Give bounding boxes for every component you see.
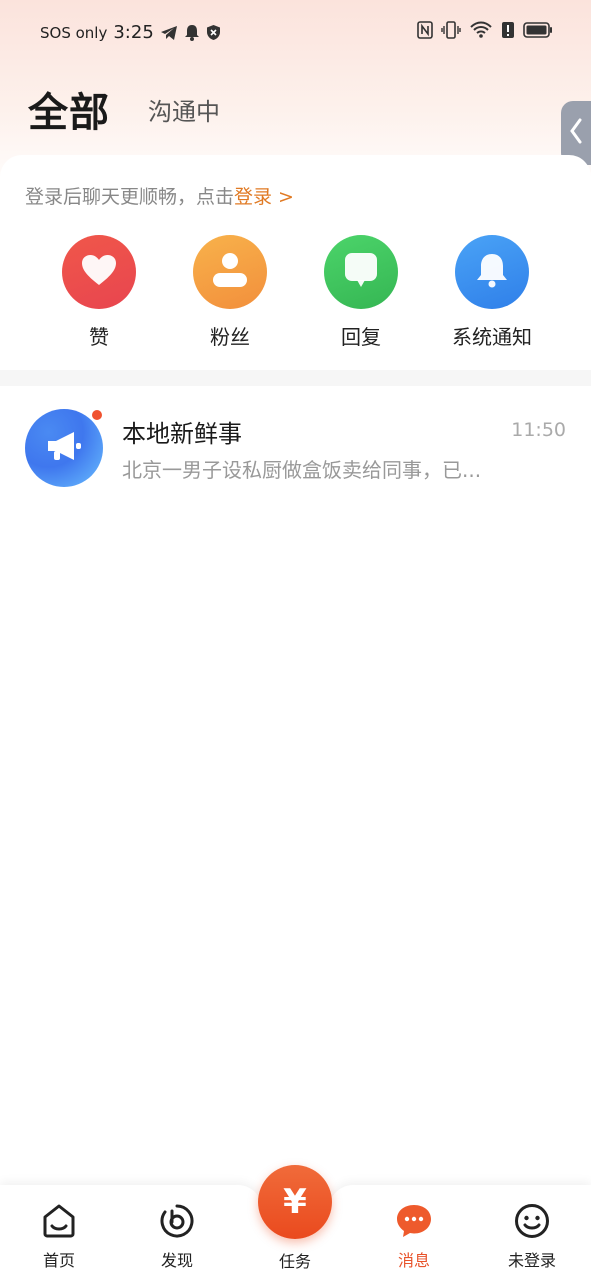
chevron-left-icon: [569, 118, 583, 148]
battery-icon: [523, 22, 553, 38]
tab-tasks-button[interactable]: ¥: [258, 1165, 332, 1239]
tab-profile[interactable]: 未登录: [487, 1203, 577, 1271]
login-tip-text: 登录后聊天更顺畅，点击: [25, 186, 235, 208]
heart-icon: [80, 253, 118, 291]
message-icon: [395, 1203, 433, 1243]
message-time: 11:50: [511, 419, 566, 441]
nfc-icon: [417, 21, 433, 39]
quick-action-fans[interactable]: 粉丝: [175, 235, 285, 350]
tab-label: 首页: [42, 1251, 75, 1270]
vibrate-icon: [441, 21, 461, 39]
tab-label-tasks: 任务: [278, 1252, 311, 1271]
alert-icon: [501, 21, 515, 39]
login-link[interactable]: 登录 >: [234, 186, 294, 208]
telegram-icon: [160, 25, 178, 41]
section-divider: [0, 370, 591, 386]
yuan-icon: ¥: [283, 1182, 307, 1222]
smiley-icon: [514, 1203, 550, 1243]
tab-home[interactable]: 首页: [14, 1203, 104, 1271]
login-tip: 登录后聊天更顺畅，点击登录 >: [25, 182, 294, 209]
tab-label: 消息: [397, 1251, 430, 1270]
tab-messages[interactable]: 消息: [369, 1203, 459, 1271]
status-bar: SOS only 3:25: [0, 0, 591, 66]
clock: 3:25: [113, 22, 154, 43]
quick-action-label: 粉丝: [210, 325, 250, 349]
wifi-icon: [469, 21, 493, 39]
tab-label: 发现: [160, 1251, 193, 1270]
quick-action-label: 回复: [341, 325, 381, 349]
carrier-label: SOS only: [40, 23, 108, 42]
quick-action-label: 赞: [89, 325, 109, 349]
tab-discover[interactable]: 发现: [132, 1203, 222, 1271]
user-icon: [210, 251, 250, 293]
shield-icon: [206, 24, 221, 41]
list-item[interactable]: 本地新鲜事 11:50 北京一男子设私厨做盒饭卖给同事，已...: [0, 390, 591, 500]
megaphone-icon: [44, 429, 84, 467]
tab-label: 未登录: [507, 1251, 556, 1270]
discover-icon: [159, 1203, 195, 1243]
quick-action-replies[interactable]: 回复: [306, 235, 416, 350]
message-preview: 北京一男子设私厨做盒饭卖给同事，已...: [122, 458, 482, 482]
quick-action-likes[interactable]: 赞: [44, 235, 154, 350]
chat-bubble-icon: [343, 251, 379, 293]
home-icon: [41, 1203, 77, 1243]
page-title[interactable]: 全部: [28, 80, 110, 138]
bell-icon: [474, 251, 510, 293]
unread-dot: [91, 409, 103, 421]
avatar: [25, 409, 103, 487]
tab-communicating[interactable]: 沟通中: [148, 92, 220, 127]
quick-actions-card: 登录后聊天更顺畅，点击登录 > 赞 粉丝 回复 系统通知: [0, 155, 591, 370]
message-title: 本地新鲜事: [122, 420, 242, 448]
notification-bell-icon: [184, 24, 200, 41]
quick-action-label: 系统通知: [452, 325, 532, 349]
quick-action-system-notice[interactable]: 系统通知: [437, 235, 547, 350]
